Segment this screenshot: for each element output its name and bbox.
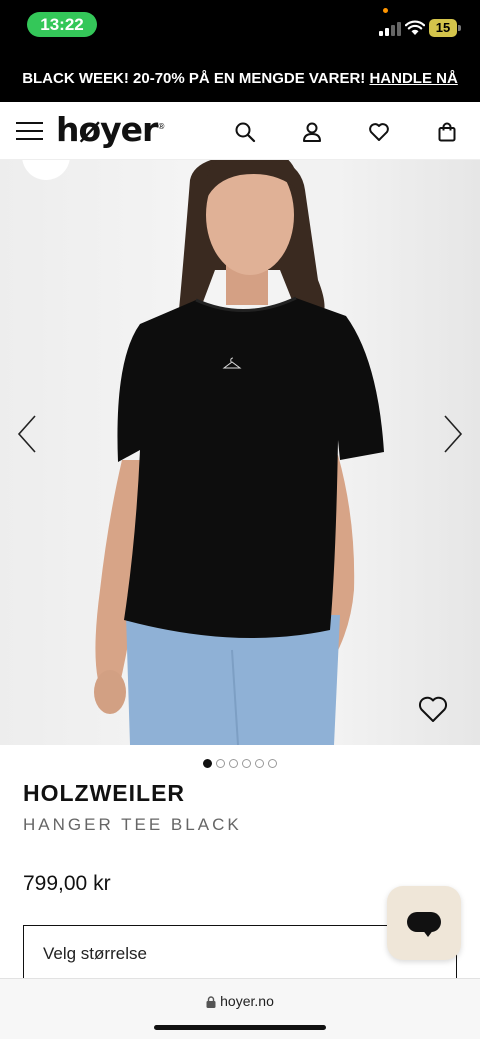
logo-registered-mark: ® xyxy=(157,122,165,131)
pagination-dot[interactable] xyxy=(229,759,238,768)
wishlist-icon[interactable] xyxy=(368,121,390,143)
pagination-dot[interactable] xyxy=(216,759,225,768)
url-text: hoyer.no xyxy=(220,993,274,1009)
pagination-dot[interactable] xyxy=(268,759,277,768)
battery-level: 15 xyxy=(429,19,457,37)
browser-address-bar[interactable]: hoyer.no xyxy=(0,978,480,1039)
url-display[interactable]: hoyer.no xyxy=(0,993,480,1009)
promo-cta-link[interactable]: HANDLE NÅ xyxy=(369,70,457,87)
next-image-icon[interactable] xyxy=(442,414,464,454)
gallery-pagination xyxy=(203,759,277,769)
product-photo xyxy=(94,160,384,745)
site-header: høyer® xyxy=(0,102,480,160)
add-to-wishlist-icon[interactable] xyxy=(418,695,448,723)
bag-icon[interactable] xyxy=(436,121,458,143)
lock-icon xyxy=(206,996,216,1009)
privacy-indicator xyxy=(383,8,388,13)
status-time[interactable]: 13:22 xyxy=(27,12,97,37)
menu-icon[interactable] xyxy=(16,119,43,143)
product-brand[interactable]: HOLZWEILER xyxy=(23,780,185,807)
pagination-dot[interactable] xyxy=(255,759,264,768)
home-indicator[interactable] xyxy=(154,1025,326,1030)
product-price: 799,00 kr xyxy=(23,872,111,895)
pagination-dot[interactable] xyxy=(242,759,251,768)
size-select-placeholder: Velg størrelse xyxy=(43,944,147,963)
status-bar: 13:22 15 xyxy=(0,0,480,48)
product-name: HANGER TEE BLACK xyxy=(23,815,242,834)
cellular-signal-icon xyxy=(379,22,401,36)
logo-text: høyer xyxy=(56,110,158,149)
search-icon[interactable] xyxy=(234,121,256,143)
promo-banner: BLACK WEEK! 20-70% PÅ EN MENGDE VARER! H… xyxy=(0,48,480,102)
wifi-icon xyxy=(405,20,425,35)
pagination-dot[interactable] xyxy=(203,759,212,768)
battery-icon: 15 xyxy=(429,19,461,37)
promo-text: BLACK WEEK! 20-70% PÅ EN MENGDE VARER! xyxy=(22,70,366,87)
chat-button[interactable] xyxy=(387,886,461,960)
account-icon[interactable] xyxy=(301,121,323,143)
site-logo[interactable]: høyer® xyxy=(56,110,165,149)
previous-image-icon[interactable] xyxy=(16,414,38,454)
product-image-gallery[interactable] xyxy=(0,160,480,745)
